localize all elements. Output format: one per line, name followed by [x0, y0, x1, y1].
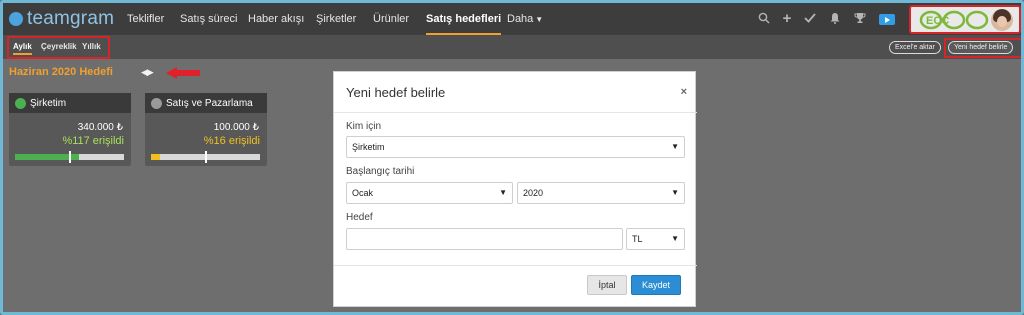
currency-value: TL — [632, 234, 643, 244]
card-progress-bar — [15, 151, 124, 163]
logo-mark-icon — [9, 12, 23, 26]
start-year-select[interactable]: 2020 ▼ — [517, 182, 685, 204]
brand-profile-box[interactable]: ECC — [909, 5, 1021, 34]
chevron-down-icon: ▼ — [499, 188, 507, 197]
nav-sirketler[interactable]: Şirketler — [316, 3, 356, 35]
card-amount: 340.000 ₺ — [77, 122, 123, 133]
caret-down-icon: ▼ — [535, 15, 544, 24]
check-icon[interactable] — [803, 12, 817, 26]
nav-more[interactable]: Daha ▼ — [507, 3, 543, 35]
sub-toolbar: Aylık Çeyreklik Yıllık Excel'e aktar Yen… — [3, 35, 1021, 59]
start-month-value: Ocak — [352, 188, 374, 198]
divider — [334, 265, 697, 266]
export-excel-button[interactable]: Excel'e aktar — [889, 41, 941, 54]
cancel-button[interactable]: İptal — [587, 275, 627, 295]
nav-satis-sureci[interactable]: Satış süreci — [180, 3, 237, 35]
currency-select[interactable]: TL ▼ — [626, 228, 685, 250]
card-header: Şirketim — [9, 93, 131, 113]
goal-amount-input[interactable] — [346, 228, 623, 250]
nav-haber-akisi[interactable]: Haber akışı — [248, 3, 304, 35]
start-year-value: 2020 — [523, 188, 544, 198]
period-tabs: Aylık Çeyreklik Yıllık — [7, 36, 110, 59]
dialog-title: Yeni hedef belirle — [346, 85, 446, 100]
nav-teklifler[interactable]: Teklifler — [127, 3, 164, 35]
progress-target-marker — [204, 151, 207, 163]
card-title: Şirketim — [30, 97, 67, 109]
bell-icon[interactable] — [828, 12, 842, 26]
chevron-down-icon: ▼ — [671, 142, 679, 151]
nav-satis-hedefleri[interactable]: Satış hedefleri — [426, 3, 502, 35]
team-icon — [151, 97, 162, 109]
ecc-logo: ECC — [919, 10, 989, 30]
next-period-icon[interactable]: ▶ — [147, 67, 154, 77]
for-whom-label: Kim için — [346, 121, 382, 132]
tab-yearly[interactable]: Yıllık — [82, 42, 101, 51]
tab-quarterly[interactable]: Çeyreklik — [41, 42, 77, 51]
new-goal-highlight: Yeni hedef belirle — [944, 38, 1021, 58]
video-play-icon[interactable] — [879, 14, 895, 25]
chevron-down-icon: ▼ — [671, 188, 679, 197]
app-frame: teamgram Teklifler Satış süreci Haber ak… — [0, 0, 1024, 315]
card-achievement: %117 erişildi — [62, 135, 124, 147]
company-icon — [15, 97, 26, 109]
period-nav-arrows: ◀▶ — [141, 67, 154, 78]
card-amount: 100.000 ₺ — [213, 122, 259, 133]
goal-period-heading: Haziran 2020 Hedefi — [9, 66, 113, 78]
ecc-logo-text: ECC — [926, 15, 949, 27]
card-header: Satış ve Pazarlama — [145, 93, 267, 113]
nav-more-label: Daha — [507, 13, 534, 25]
save-button[interactable]: Kaydet — [631, 275, 681, 295]
divider — [334, 112, 697, 113]
trophy-icon[interactable] — [853, 12, 867, 26]
for-whom-select[interactable]: Şirketim ▼ — [346, 136, 685, 158]
new-goal-dialog: Yeni hedef belirle × Kim için Şirketim ▼… — [333, 71, 697, 307]
new-goal-button[interactable]: Yeni hedef belirle — [948, 41, 1014, 54]
user-avatar[interactable] — [991, 9, 1013, 31]
for-whom-value: Şirketim — [352, 142, 385, 152]
goal-card-sales-marketing[interactable]: Satış ve Pazarlama 100.000 ₺ %16 erişild… — [145, 93, 267, 166]
card-progress-bar — [151, 151, 260, 163]
search-icon[interactable] — [757, 12, 771, 26]
teamgram-logo[interactable]: teamgram — [9, 8, 115, 29]
card-achievement: %16 erişildi — [203, 135, 260, 147]
plus-icon[interactable]: + — [780, 11, 794, 26]
start-date-label: Başlangıç tarihi — [346, 166, 415, 177]
goal-card-company[interactable]: Şirketim 340.000 ₺ %117 erişildi — [9, 93, 131, 166]
progress-fill — [151, 154, 160, 160]
progress-target-marker — [68, 151, 71, 163]
start-month-select[interactable]: Ocak ▼ — [346, 182, 513, 204]
chevron-down-icon: ▼ — [671, 234, 679, 243]
logo-text: teamgram — [27, 8, 115, 29]
close-icon[interactable]: × — [681, 86, 687, 98]
tab-monthly[interactable]: Aylık — [13, 42, 32, 55]
red-annotation-arrow-icon — [166, 67, 200, 79]
goal-label: Hedef — [346, 212, 373, 223]
top-navbar: teamgram Teklifler Satış süreci Haber ak… — [3, 3, 1021, 35]
nav-urunler[interactable]: Ürünler — [373, 3, 409, 35]
card-title: Satış ve Pazarlama — [166, 97, 253, 109]
